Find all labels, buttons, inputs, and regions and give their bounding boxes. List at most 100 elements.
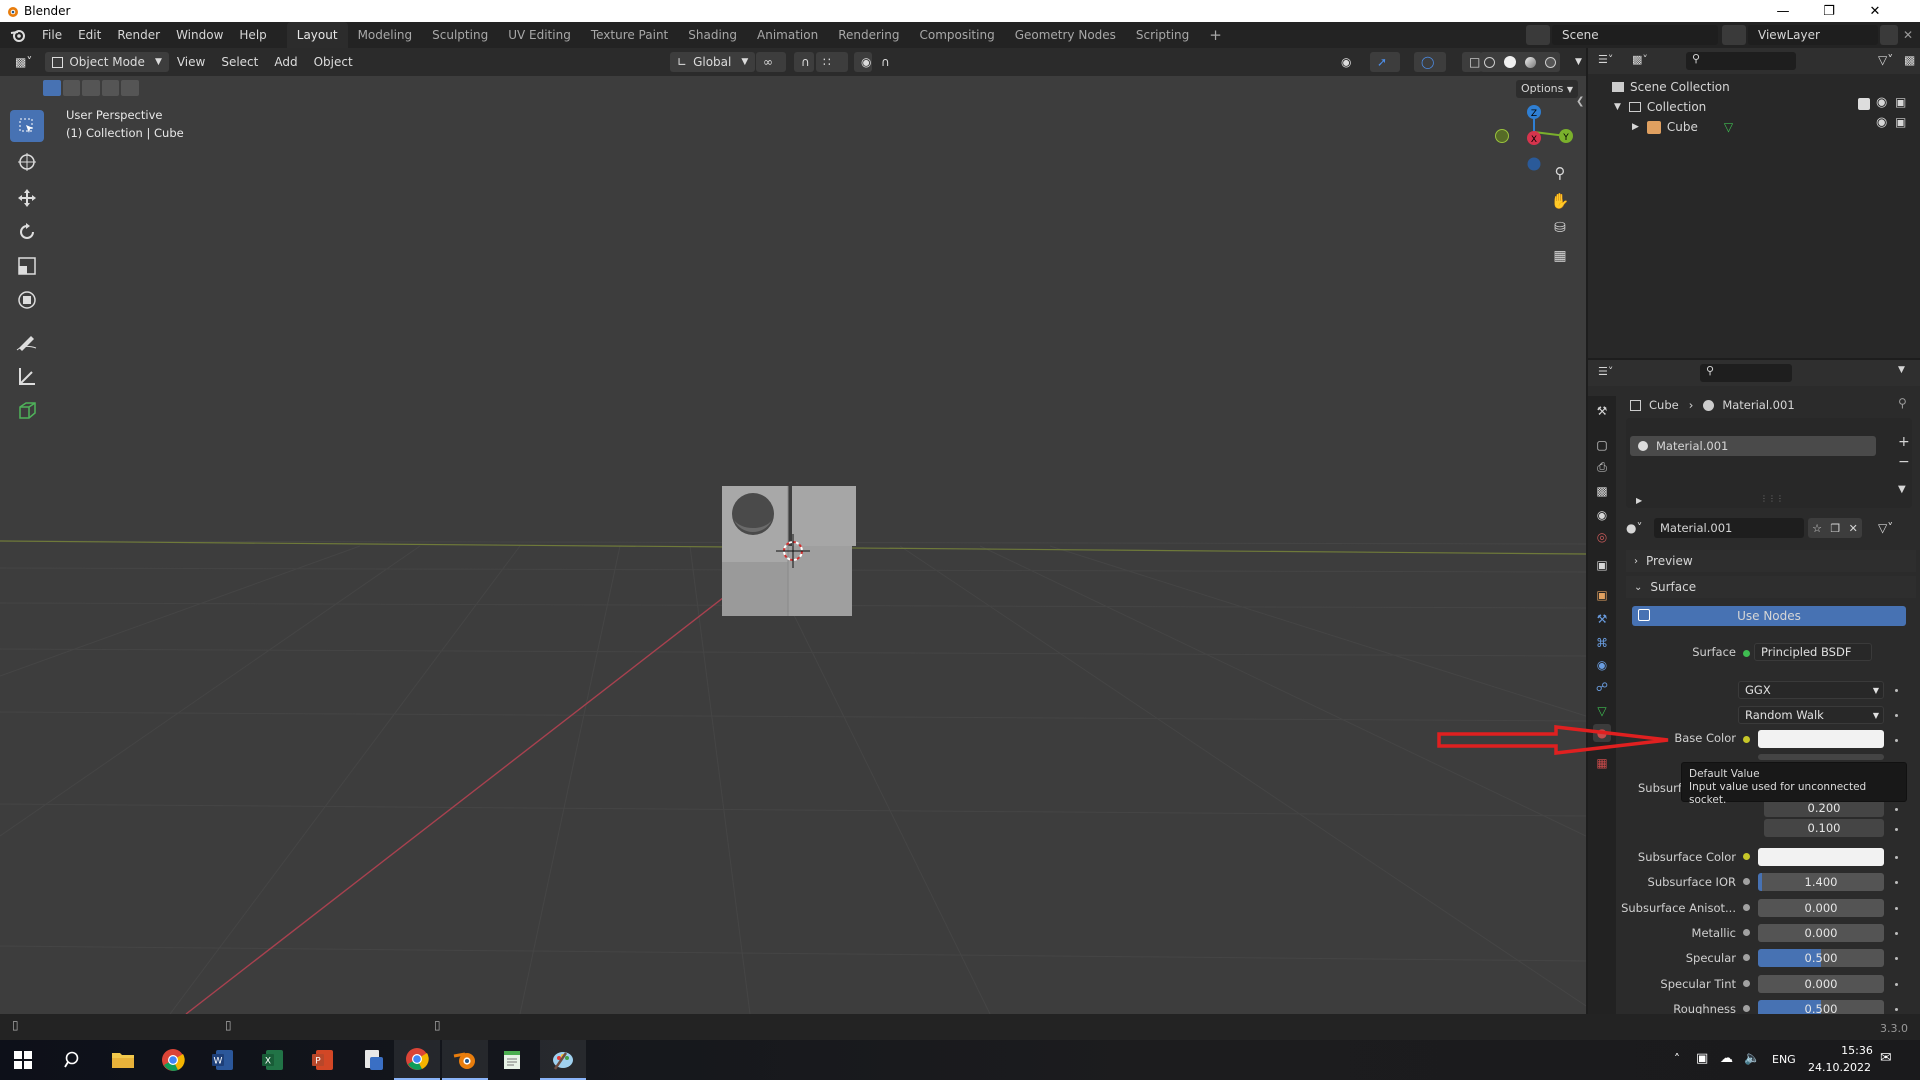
viewlayer-selector[interactable]: ViewLayer [1748, 25, 1878, 45]
subsurface-anisot-socket-icon[interactable] [1743, 904, 1750, 911]
display-mode-icon[interactable]: ▩˅ [1632, 53, 1658, 69]
proportional-falloff-icon[interactable]: ∩ [874, 52, 898, 72]
solid-shading-icon[interactable] [1504, 56, 1517, 68]
language-indicator[interactable]: ENG [1772, 1053, 1796, 1066]
unlink-material-icon[interactable]: ✕ [1849, 522, 1858, 535]
proportional-edit-icon[interactable]: ◉ [854, 52, 872, 72]
viewport-menu-add[interactable]: Add [266, 48, 305, 76]
remove-viewlayer-icon[interactable]: ✕ [1900, 25, 1916, 45]
excel-icon[interactable]: X [250, 1040, 296, 1080]
zoom-icon[interactable]: ⚲ [1548, 164, 1572, 188]
measure-tool-icon[interactable] [10, 360, 44, 392]
shading-options-icon[interactable]: ▼ [1568, 52, 1586, 72]
surface-shader-selector[interactable]: Principled BSDF [1754, 643, 1872, 661]
remove-slot-icon[interactable]: − [1898, 454, 1910, 470]
close-window-button[interactable]: ✕ [1852, 0, 1898, 22]
duplicate-material-icon[interactable]: ❐ [1830, 522, 1840, 535]
material-shading-icon[interactable] [1524, 56, 1536, 68]
gizmo-toggle-icon[interactable]: ➚ [1370, 52, 1400, 72]
workspace-tab-layout[interactable]: Layout [286, 22, 348, 48]
base-color-socket-icon[interactable] [1743, 736, 1750, 743]
subsurface-radius-z-field[interactable]: 0.100 [1764, 819, 1884, 837]
tool-tab-icon[interactable]: ⚒ [1593, 402, 1611, 420]
metallic-keyframe-icon[interactable] [1895, 932, 1898, 935]
roughness-field[interactable]: 0.500 [1758, 1000, 1884, 1014]
overlays-toggle-icon[interactable]: ◯ [1414, 52, 1446, 72]
menu-file[interactable]: File [34, 22, 70, 48]
paint-app-icon[interactable] [540, 1040, 586, 1080]
pan-hand-icon[interactable]: ✋ [1548, 192, 1572, 216]
metallic-socket-icon[interactable] [1743, 929, 1750, 936]
render-tab-icon[interactable]: ▢ [1593, 436, 1611, 454]
link-data-icon[interactable]: ▽˅ [1878, 521, 1893, 535]
tray-overflow-icon[interactable]: ˄ [1674, 1052, 1680, 1066]
workspace-tab-animation[interactable]: Animation [747, 22, 828, 48]
use-nodes-button[interactable]: Use Nodes [1632, 606, 1906, 626]
roughness-keyframe-icon[interactable] [1895, 1008, 1898, 1011]
snap-target-icon[interactable]: ∷ [816, 52, 848, 72]
scene-selector[interactable]: Scene [1552, 25, 1718, 45]
select-subtract-icon[interactable] [82, 80, 100, 96]
outliner-editor-type-icon[interactable]: ☰˅ [1598, 53, 1624, 69]
subsurface-ior-field[interactable]: 1.400 [1758, 873, 1884, 891]
data-tab-icon[interactable]: ▽ [1593, 702, 1611, 720]
camera-view-icon[interactable]: ⛁ [1548, 220, 1572, 244]
workspace-tab-shading[interactable]: Shading [678, 22, 747, 48]
windows-start-icon[interactable] [0, 1040, 46, 1080]
cursor-tool-icon[interactable] [10, 146, 44, 178]
gizmo-neg-z-axis[interactable] [1527, 157, 1541, 171]
radius-y-keyframe-icon[interactable] [1895, 808, 1898, 811]
snap-toggle-icon[interactable]: ∩ [794, 52, 814, 72]
blender-taskbar-icon[interactable] [442, 1040, 488, 1080]
filter-icon[interactable]: ▽˅ [1878, 53, 1902, 67]
blender-menu-icon[interactable] [10, 27, 26, 43]
material-name-field[interactable]: Material.001 [1654, 518, 1804, 538]
options-dropdown[interactable]: Options ▼ [1516, 80, 1578, 98]
subsurface-method-keyframe-icon[interactable] [1895, 714, 1898, 717]
base-color-swatch[interactable] [1758, 730, 1884, 748]
properties-options-icon[interactable]: ▼ [1898, 365, 1905, 375]
outliner-item-scene-collection[interactable]: Scene Collection [1612, 78, 1730, 96]
specular-tint-field[interactable]: 0.000 [1758, 975, 1884, 993]
base-color-keyframe-icon[interactable] [1895, 739, 1898, 742]
properties-search-input[interactable]: ⚲ [1700, 364, 1792, 382]
collection-exclude-checkbox[interactable] [1858, 98, 1870, 110]
select-intersect-icon[interactable] [121, 80, 139, 96]
wireframe-shading-icon[interactable] [1484, 56, 1496, 68]
word-icon[interactable]: W [200, 1040, 246, 1080]
sidebar-toggle-icon[interactable]: ❮ [1576, 96, 1584, 107]
object-tab-icon[interactable]: ▣ [1593, 586, 1611, 604]
collection-render-icon[interactable]: ▣ [1895, 95, 1906, 109]
subsurface-anisot-field[interactable]: 0.000 [1758, 899, 1884, 917]
chrome-icon[interactable] [150, 1040, 196, 1080]
slot-specials-icon[interactable]: ▼ [1898, 484, 1906, 495]
distribution-dropdown[interactable]: GGX ▼ [1738, 681, 1884, 699]
pin-icon[interactable]: ⚲ [1898, 396, 1907, 410]
physics-tab-icon[interactable]: ◉ [1593, 656, 1611, 674]
menu-window[interactable]: Window [168, 22, 231, 48]
menu-render[interactable]: Render [109, 22, 168, 48]
chrome-active-icon[interactable] [394, 1040, 440, 1080]
fake-user-icon[interactable]: ☆ [1812, 522, 1822, 535]
editor-type-icon[interactable]: ▩˅ [8, 52, 39, 72]
workspace-tab-modeling[interactable]: Modeling [348, 22, 423, 48]
scene-browse-icon[interactable] [1526, 25, 1550, 45]
viewport-menu-object[interactable]: Object [306, 48, 361, 76]
radius-z-keyframe-icon[interactable] [1895, 828, 1898, 831]
viewport-menu-select[interactable]: Select [213, 48, 266, 76]
workspace-tab-geometry-nodes[interactable]: Geometry Nodes [1005, 22, 1126, 48]
specular-socket-icon[interactable] [1743, 954, 1750, 961]
cube-render-icon[interactable]: ▣ [1895, 115, 1906, 129]
specular-tint-socket-icon[interactable] [1743, 980, 1750, 987]
new-viewlayer-icon[interactable] [1880, 25, 1898, 45]
transform-orientation-dropdown[interactable]: ∟ Global ▼ [670, 52, 756, 72]
particles-tab-icon[interactable]: ⌘ [1593, 634, 1611, 652]
roughness-socket-icon[interactable] [1743, 1005, 1750, 1012]
add-slot-icon[interactable]: + [1898, 434, 1910, 450]
output-tab-icon[interactable]: ⎙ [1593, 458, 1611, 476]
volume-icon[interactable]: 🔈 [1744, 1051, 1760, 1066]
3d-cursor-icon[interactable] [774, 532, 812, 570]
xray-toggle-icon[interactable]: □ [1462, 52, 1482, 72]
metallic-field[interactable]: 0.000 [1758, 924, 1884, 942]
outliner-item-collection[interactable]: ▼ Collection [1614, 98, 1706, 116]
